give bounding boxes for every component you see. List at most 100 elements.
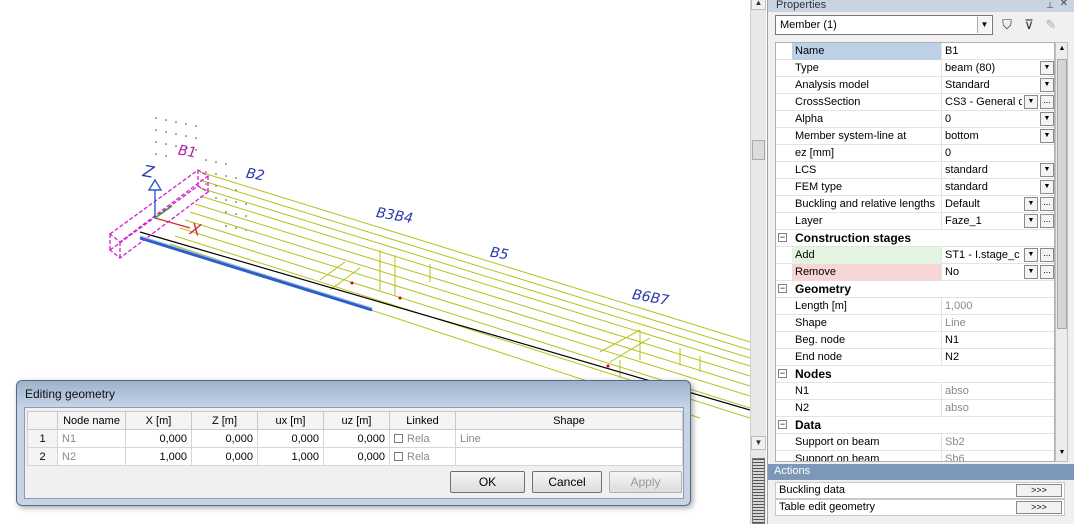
prop-value[interactable]: standard: [942, 179, 1054, 196]
prop-value[interactable]: N1: [942, 332, 1054, 349]
chevron-down-icon[interactable]: ▼: [1040, 78, 1054, 92]
pin-icon[interactable]: ⊥: [1046, 0, 1054, 10]
prop-row-layer[interactable]: Layer Faze_1 ▼ ...: [776, 213, 1054, 230]
collapse-icon[interactable]: −: [778, 369, 787, 378]
filter-icon[interactable]: ⊽: [1020, 16, 1038, 34]
chevron-down-icon[interactable]: ▼: [1040, 61, 1054, 75]
more-icon[interactable]: ...: [1040, 248, 1054, 262]
prop-value[interactable]: standard: [942, 162, 1054, 179]
member-selector[interactable]: Member (1) ▼: [775, 15, 993, 35]
node-name-cell[interactable]: N1: [57, 429, 126, 448]
prop-row-name[interactable]: Name B1: [776, 43, 1054, 60]
prop-value[interactable]: B1: [942, 43, 1054, 60]
chevron-down-icon[interactable]: ▼: [1024, 265, 1038, 279]
shape-cell[interactable]: Line: [455, 429, 683, 448]
viewport-scrollbar[interactable]: ▲ ▼: [750, 0, 766, 524]
more-icon[interactable]: ...: [1040, 95, 1054, 109]
prop-value[interactable]: ST1 - I.stage_c: [942, 247, 1022, 264]
category-construction-stages[interactable]: − Construction stages: [776, 230, 1054, 247]
ux-cell[interactable]: 1,000: [257, 447, 324, 466]
collapse-icon[interactable]: −: [778, 420, 787, 429]
prop-row-buckling[interactable]: Buckling and relative lengths Default ▼ …: [776, 196, 1054, 213]
scroll-down-icon[interactable]: ▼: [1057, 449, 1067, 456]
scroll-thumb[interactable]: [1057, 59, 1067, 329]
select-elements-icon[interactable]: ⛉: [998, 16, 1016, 34]
prop-row-ez[interactable]: ez [mm] 0: [776, 145, 1054, 162]
cancel-button[interactable]: Cancel: [532, 471, 602, 493]
prop-row-fem-type[interactable]: FEM type standard ▼: [776, 179, 1054, 196]
linked-checkbox[interactable]: [394, 452, 403, 462]
chevron-down-icon[interactable]: ▼: [1024, 214, 1038, 228]
member-selector-value: Member (1): [780, 19, 837, 31]
shape-cell[interactable]: [455, 447, 683, 466]
prop-row-add[interactable]: Add ST1 - I.stage_c ▼ ...: [776, 247, 1054, 264]
collapse-icon[interactable]: −: [778, 233, 787, 242]
category-geometry[interactable]: − Geometry: [776, 281, 1054, 298]
chevron-down-icon[interactable]: ▼: [1024, 197, 1038, 211]
more-icon[interactable]: ...: [1040, 214, 1054, 228]
prop-row-type[interactable]: Type beam (80) ▼: [776, 60, 1054, 77]
prop-row-end-node[interactable]: End node N2: [776, 349, 1054, 366]
x-cell[interactable]: 1,000: [125, 447, 192, 466]
scroll-thumb[interactable]: [752, 140, 765, 160]
ok-button[interactable]: OK: [450, 471, 525, 493]
action-table-edit-geometry[interactable]: Table edit geometry >>>: [775, 499, 1065, 516]
chevron-down-icon[interactable]: ▼: [1040, 180, 1054, 194]
prop-value[interactable]: 0: [942, 111, 1054, 128]
action-buckling-data[interactable]: Buckling data >>>: [775, 482, 1065, 499]
ux-cell[interactable]: 0,000: [257, 429, 324, 448]
prop-row-system-line[interactable]: Member system-line at bottom ▼: [776, 128, 1054, 145]
chevron-down-icon[interactable]: ▼: [977, 17, 991, 33]
prop-key: Alpha: [792, 111, 942, 128]
chevron-down-icon[interactable]: ▼: [1024, 248, 1038, 262]
property-grid-scrollbar[interactable]: ▲ ▼: [1055, 42, 1068, 462]
prop-value[interactable]: bottom: [942, 128, 1054, 145]
prop-row-cross-section[interactable]: CrossSection CS3 - General c ▼ ...: [776, 94, 1054, 111]
prop-key: Type: [792, 60, 942, 77]
prop-value[interactable]: No: [942, 264, 1022, 281]
resize-grip[interactable]: [752, 458, 765, 524]
member-label-b2: B2: [244, 165, 266, 185]
close-icon[interactable]: ✕: [1060, 0, 1068, 9]
scroll-down-icon[interactable]: ▼: [751, 436, 766, 450]
table-row[interactable]: 1 N1 0,000 0,000 0,000 0,000 Rela Line: [27, 429, 683, 448]
prop-row-lcs[interactable]: LCS standard ▼: [776, 162, 1054, 179]
prop-value[interactable]: Standard: [942, 77, 1054, 94]
node-name-cell[interactable]: N2: [57, 447, 126, 466]
prop-key: LCS: [792, 162, 942, 179]
prop-row-analysis-model[interactable]: Analysis model Standard ▼: [776, 77, 1054, 94]
action-run-button[interactable]: >>>: [1016, 484, 1062, 497]
prop-value: Sb6: [945, 453, 965, 462]
prop-value[interactable]: Default: [942, 196, 1022, 213]
chevron-down-icon[interactable]: ▼: [1040, 163, 1054, 177]
action-run-button[interactable]: >>>: [1016, 501, 1062, 514]
prop-value[interactable]: Faze_1: [942, 213, 1022, 230]
more-icon[interactable]: ...: [1040, 265, 1054, 279]
chevron-down-icon[interactable]: ▼: [1040, 129, 1054, 143]
prop-value[interactable]: beam (80): [942, 60, 1054, 77]
uz-cell[interactable]: 0,000: [323, 447, 390, 466]
chevron-down-icon[interactable]: ▼: [1040, 112, 1054, 126]
linked-cell[interactable]: Rela: [389, 429, 456, 448]
z-cell[interactable]: 0,000: [191, 447, 258, 466]
uz-cell[interactable]: 0,000: [323, 429, 390, 448]
collapse-icon[interactable]: −: [778, 284, 787, 293]
prop-value[interactable]: CS3 - General c: [942, 94, 1022, 111]
scroll-up-icon[interactable]: ▲: [751, 0, 766, 10]
prop-row-alpha[interactable]: Alpha 0 ▼: [776, 111, 1054, 128]
prop-row-beg-node[interactable]: Beg. node N1: [776, 332, 1054, 349]
prop-row-length: Length [m] 1,000: [776, 298, 1054, 315]
chevron-down-icon[interactable]: ▼: [1024, 95, 1038, 109]
prop-row-remove[interactable]: Remove No ▼ ...: [776, 264, 1054, 281]
table-row[interactable]: 2 N2 1,000 0,000 1,000 0,000 Rela: [27, 447, 683, 466]
linked-cell[interactable]: Rela: [389, 447, 456, 466]
more-icon[interactable]: ...: [1040, 197, 1054, 211]
category-data[interactable]: − Data: [776, 417, 1054, 434]
x-cell[interactable]: 0,000: [125, 429, 192, 448]
prop-value[interactable]: N2: [942, 349, 1054, 366]
category-nodes[interactable]: − Nodes: [776, 366, 1054, 383]
prop-value[interactable]: 0: [942, 145, 1054, 162]
z-cell[interactable]: 0,000: [191, 429, 258, 448]
linked-checkbox[interactable]: [394, 434, 403, 444]
scroll-up-icon[interactable]: ▲: [1057, 45, 1067, 52]
